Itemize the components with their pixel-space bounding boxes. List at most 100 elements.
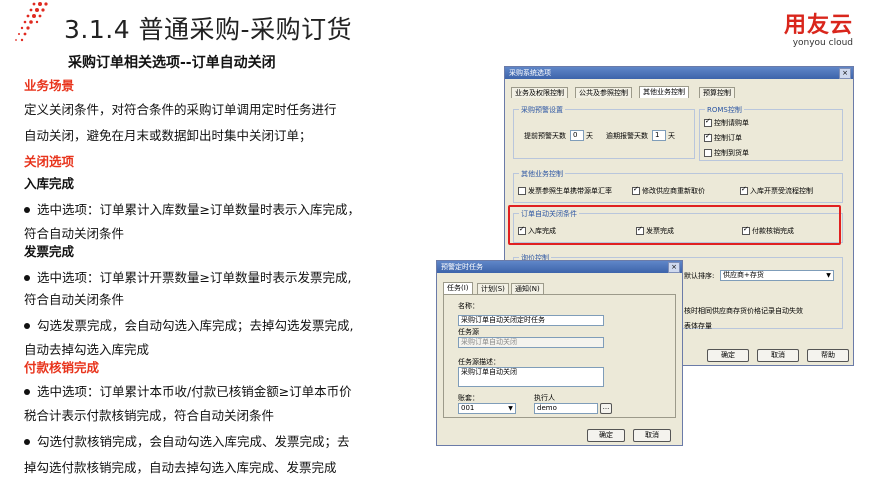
account-select[interactable]: 001 ▼ bbox=[458, 403, 516, 414]
bullet-icon bbox=[24, 206, 30, 213]
heading-close-options: 关闭选项 bbox=[24, 154, 75, 169]
task-description-input[interactable]: 采购订单自动关闭 bbox=[458, 367, 604, 387]
checkbox-box[interactable] bbox=[704, 149, 712, 157]
brand-logo: 用友云 yonyou cloud bbox=[784, 14, 853, 49]
browse-executor-button[interactable]: ... bbox=[600, 403, 612, 414]
bullet-icon bbox=[24, 388, 30, 395]
task-source-input: 采购订单自动关闭 bbox=[458, 337, 604, 348]
bullet-icon bbox=[24, 322, 30, 329]
checkbox-invoice-exchange-rate[interactable]: 发票参照生单携带源单汇率 bbox=[518, 186, 612, 196]
brand-name: 用友云 bbox=[783, 13, 853, 38]
close-icon[interactable]: × bbox=[839, 68, 851, 79]
day-unit-label: 天 bbox=[586, 132, 593, 140]
advance-warn-days-input[interactable]: 0 bbox=[570, 130, 584, 141]
checkbox-box[interactable] bbox=[704, 132, 712, 142]
checkbox-label: 控制订单 bbox=[714, 134, 742, 142]
checkbox-reprice-on-vendor-change[interactable]: 修改供应商重新取价 bbox=[632, 185, 705, 196]
dialog-titlebar: 采购系统选项 × bbox=[505, 67, 853, 79]
group-label: 采购预警设置 bbox=[519, 105, 565, 115]
ok-button[interactable]: 确定 bbox=[707, 349, 749, 362]
text-line: 选中选项：订单累计入库数量≥订单数量时表示入库完成， bbox=[37, 202, 360, 217]
checkbox-box[interactable] bbox=[740, 185, 748, 195]
chevron-down-icon[interactable]: ▼ bbox=[825, 272, 832, 279]
description-label: 任务源描述： bbox=[458, 358, 500, 366]
sort-select-value: 供应商+存货 bbox=[723, 271, 764, 279]
dialog-title: 采购系统选项 bbox=[509, 69, 551, 77]
heading-invoice-complete: 发票完成 bbox=[24, 244, 75, 259]
executor-input[interactable]: demo bbox=[534, 403, 598, 414]
checkbox-label: 发票参照生单携带源单汇率 bbox=[528, 187, 612, 195]
heading-inbound-complete: 入库完成 bbox=[24, 176, 75, 191]
checkbox-label: 控制到货单 bbox=[714, 149, 749, 157]
account-select-value: 001 bbox=[461, 404, 475, 412]
text-line: 选中选项：订单累计开票数量≥订单数量时表示发票完成, bbox=[37, 270, 352, 285]
cancel-button[interactable]: 取消 bbox=[633, 429, 671, 442]
text-line: 勾选付款核销完成，会自动勾选入库完成、发票完成；去 bbox=[37, 434, 350, 449]
account-label: 账套： bbox=[458, 394, 479, 402]
section-subtitle: 采购订单相关选项--订单自动关闭 bbox=[68, 55, 276, 71]
group-roms-control: ROMS控制 控制请购单 控制订单 控制到货单 bbox=[699, 105, 843, 161]
task-tab-panel: 名称： 采购订单自动关闭定时任务 任务源 采购订单自动关闭 任务源描述： 采购订… bbox=[443, 294, 676, 418]
checkbox-label: 修改供应商重新取价 bbox=[642, 187, 705, 195]
tab-task[interactable]: 任务(I) bbox=[443, 282, 473, 294]
checkbox-roms-arrival[interactable]: 控制到货单 bbox=[704, 148, 749, 158]
bullet-icon bbox=[24, 274, 30, 281]
tab-other-business[interactable]: 其他业务控制 bbox=[639, 86, 689, 98]
ok-button[interactable]: 确定 bbox=[587, 429, 625, 442]
checkbox-roms-requisition[interactable]: 控制请购单 bbox=[704, 117, 749, 128]
cancel-button[interactable]: 取消 bbox=[757, 349, 799, 362]
bullet-line: 选中选项：订单累计本币收/付款已核销金额≥订单本币价 bbox=[24, 380, 352, 404]
brand-tagline: yonyou cloud bbox=[792, 38, 853, 48]
tab-business-permission[interactable]: 业务及权限控制 bbox=[511, 87, 568, 98]
tab-schedule[interactable]: 计划(S) bbox=[477, 283, 509, 294]
bullet-line: 勾选付款核销完成，会自动勾选入库完成、发票完成；去 bbox=[24, 430, 350, 454]
overdue-warn-label: 逾期报警天数 bbox=[606, 132, 648, 140]
checkbox-roms-order[interactable]: 控制订单 bbox=[704, 132, 742, 143]
executor-label: 执行人 bbox=[534, 394, 555, 402]
checkbox-label: 控制请购单 bbox=[714, 119, 749, 127]
bullet-line: 选中选项：订单累计开票数量≥订单数量时表示发票完成, bbox=[24, 266, 351, 290]
checkbox-box[interactable] bbox=[704, 117, 712, 127]
group-label: ROMS控制 bbox=[705, 105, 744, 115]
body-stock-option-label: 表体存量 bbox=[684, 322, 712, 330]
bullet-line: 选中选项：订单累计入库数量≥订单数量时表示入库完成， bbox=[24, 198, 360, 222]
tab-budget[interactable]: 预算控制 bbox=[699, 87, 735, 98]
checkbox-box[interactable] bbox=[518, 187, 526, 195]
red-highlight-frame bbox=[508, 205, 841, 245]
text-line: 符合自动关闭条件 bbox=[24, 292, 125, 307]
text-line: 选中选项：订单累计本币收/付款已核销金额≥订单本币价 bbox=[37, 384, 352, 399]
text-line: 自动关闭，避免在月末或数据卸出时集中关闭订单； bbox=[24, 128, 312, 143]
scheduled-task-dialog: 预警定时任务 × 任务(I) 计划(S) 通知(N) 名称： 采购订单自动关闭定… bbox=[436, 260, 683, 446]
bullet-icon bbox=[24, 438, 30, 445]
close-icon[interactable]: × bbox=[668, 262, 680, 273]
text-line: 税合计表示付款核销完成，符合自动关闭条件 bbox=[24, 408, 275, 423]
checkbox-label: 入库开票受流程控制 bbox=[750, 187, 813, 195]
advance-warn-label: 提前预警天数 bbox=[524, 132, 566, 140]
page-title: 3.1.4 普通采购-采购订货 bbox=[64, 15, 353, 44]
text-line: 掉勾选付款核销完成，自动去掉勾选入库完成、发票完成 bbox=[24, 460, 337, 475]
help-button[interactable]: 帮助 bbox=[807, 349, 849, 362]
overdue-warn-days-input[interactable]: 1 bbox=[652, 130, 666, 141]
text-line: 勾选发票完成，会自动勾选入库完成；去掉勾选发票完成, bbox=[37, 318, 354, 333]
checkbox-workflow-control[interactable]: 入库开票受流程控制 bbox=[740, 185, 813, 196]
chevron-down-icon[interactable]: ▼ bbox=[507, 405, 514, 412]
group-other-business: 其他业务控制 发票参照生单携带源单汇率 修改供应商重新取价 入库开票受流程控制 bbox=[513, 169, 843, 203]
price-expire-option-label: 核时相同供应商存货价格记录自动失效 bbox=[684, 307, 803, 315]
name-label: 名称： bbox=[458, 302, 479, 310]
dialog-titlebar: 预警定时任务 × bbox=[437, 261, 682, 273]
decorative-dots bbox=[15, 2, 48, 42]
checkbox-box[interactable] bbox=[632, 185, 640, 195]
tab-notify[interactable]: 通知(N) bbox=[511, 283, 544, 294]
text-line: 定义关闭条件，对符合条件的采购订单调用定时任务进行 bbox=[24, 102, 337, 117]
group-label: 其他业务控制 bbox=[519, 169, 565, 179]
heading-payment-complete: 付款核销完成 bbox=[24, 360, 100, 375]
heading-business-scenario: 业务场景 bbox=[24, 78, 75, 93]
sort-select[interactable]: 供应商+存货 ▼ bbox=[720, 270, 834, 281]
group-purchase-warning: 采购预警设置 提前预警天数 0 天 逾期报警天数 1 天 bbox=[513, 105, 695, 159]
tab-common-reference[interactable]: 公共及参照控制 bbox=[575, 87, 632, 98]
bullet-line: 勾选发票完成，会自动勾选入库完成；去掉勾选发票完成, bbox=[24, 314, 353, 338]
sort-label: 默认排序: bbox=[684, 272, 715, 280]
task-name-input[interactable]: 采购订单自动关闭定时任务 bbox=[458, 315, 604, 326]
source-label: 任务源 bbox=[458, 328, 479, 336]
dialog-title: 预警定时任务 bbox=[441, 263, 483, 271]
